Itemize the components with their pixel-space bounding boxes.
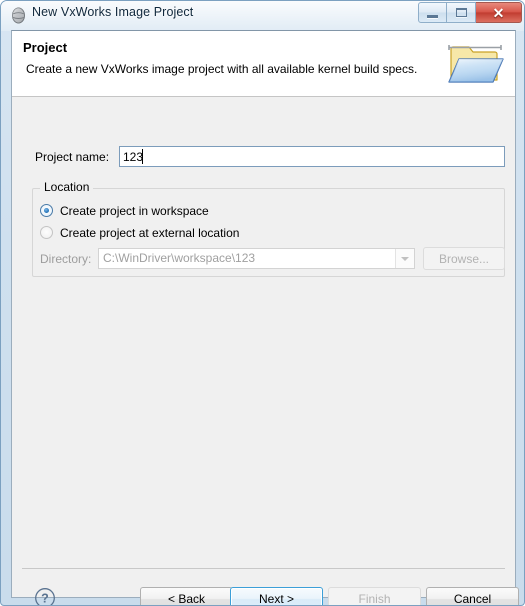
project-name-label: Project name: <box>35 150 110 164</box>
page-description: Create a new VxWorks image project with … <box>26 62 418 76</box>
radio-unselected-icon <box>40 226 53 239</box>
open-folder-icon <box>448 45 504 83</box>
svg-text:?: ? <box>41 591 49 605</box>
close-icon: ✕ <box>492 4 505 21</box>
minimize-button[interactable] <box>418 2 447 23</box>
browse-button[interactable]: Browse... <box>423 247 505 270</box>
window-title: New VxWorks Image Project <box>32 5 194 19</box>
wind-river-globe-icon <box>12 7 25 24</box>
maximize-button[interactable] <box>447 2 476 23</box>
finish-button: Finish <box>328 587 421 605</box>
directory-dropdown-button[interactable] <box>395 249 414 268</box>
cancel-button[interactable]: Cancel <box>426 587 519 605</box>
directory-combobox[interactable]: C:\WinDriver\workspace\123 <box>98 248 415 269</box>
next-button[interactable]: Next > <box>230 587 323 605</box>
minimize-icon <box>427 14 438 18</box>
directory-label: Directory: <box>40 252 92 266</box>
radio-create-at-external-location[interactable]: Create project at external location <box>40 224 239 241</box>
back-button[interactable]: < Back <box>140 587 233 605</box>
chevron-down-icon <box>401 257 409 261</box>
radio-label-workspace: Create project in workspace <box>60 203 209 218</box>
directory-value: C:\WinDriver\workspace\123 <box>103 251 256 265</box>
location-group-label: Location <box>40 180 94 194</box>
close-button[interactable]: ✕ <box>476 2 522 23</box>
radio-create-in-workspace[interactable]: Create project in workspace <box>40 202 209 219</box>
help-question-icon[interactable]: ? <box>34 587 56 606</box>
radio-selected-icon <box>40 204 53 217</box>
title-bar[interactable]: New VxWorks Image Project ✕ <box>1 1 524 30</box>
project-name-input[interactable] <box>119 146 505 167</box>
text-caret <box>142 149 143 164</box>
dialog-client-area: Project Create a new VxWorks image proje… <box>11 30 519 605</box>
window-controls: ✕ <box>418 2 522 23</box>
radio-label-external: Create project at external location <box>60 225 240 240</box>
page-title: Project <box>23 40 68 55</box>
maximize-icon <box>455 8 467 17</box>
wizard-header: Project Create a new VxWorks image proje… <box>12 31 515 97</box>
footer-separator <box>22 568 505 569</box>
dialog-window: New VxWorks Image Project ✕ Project Crea… <box>0 0 525 606</box>
